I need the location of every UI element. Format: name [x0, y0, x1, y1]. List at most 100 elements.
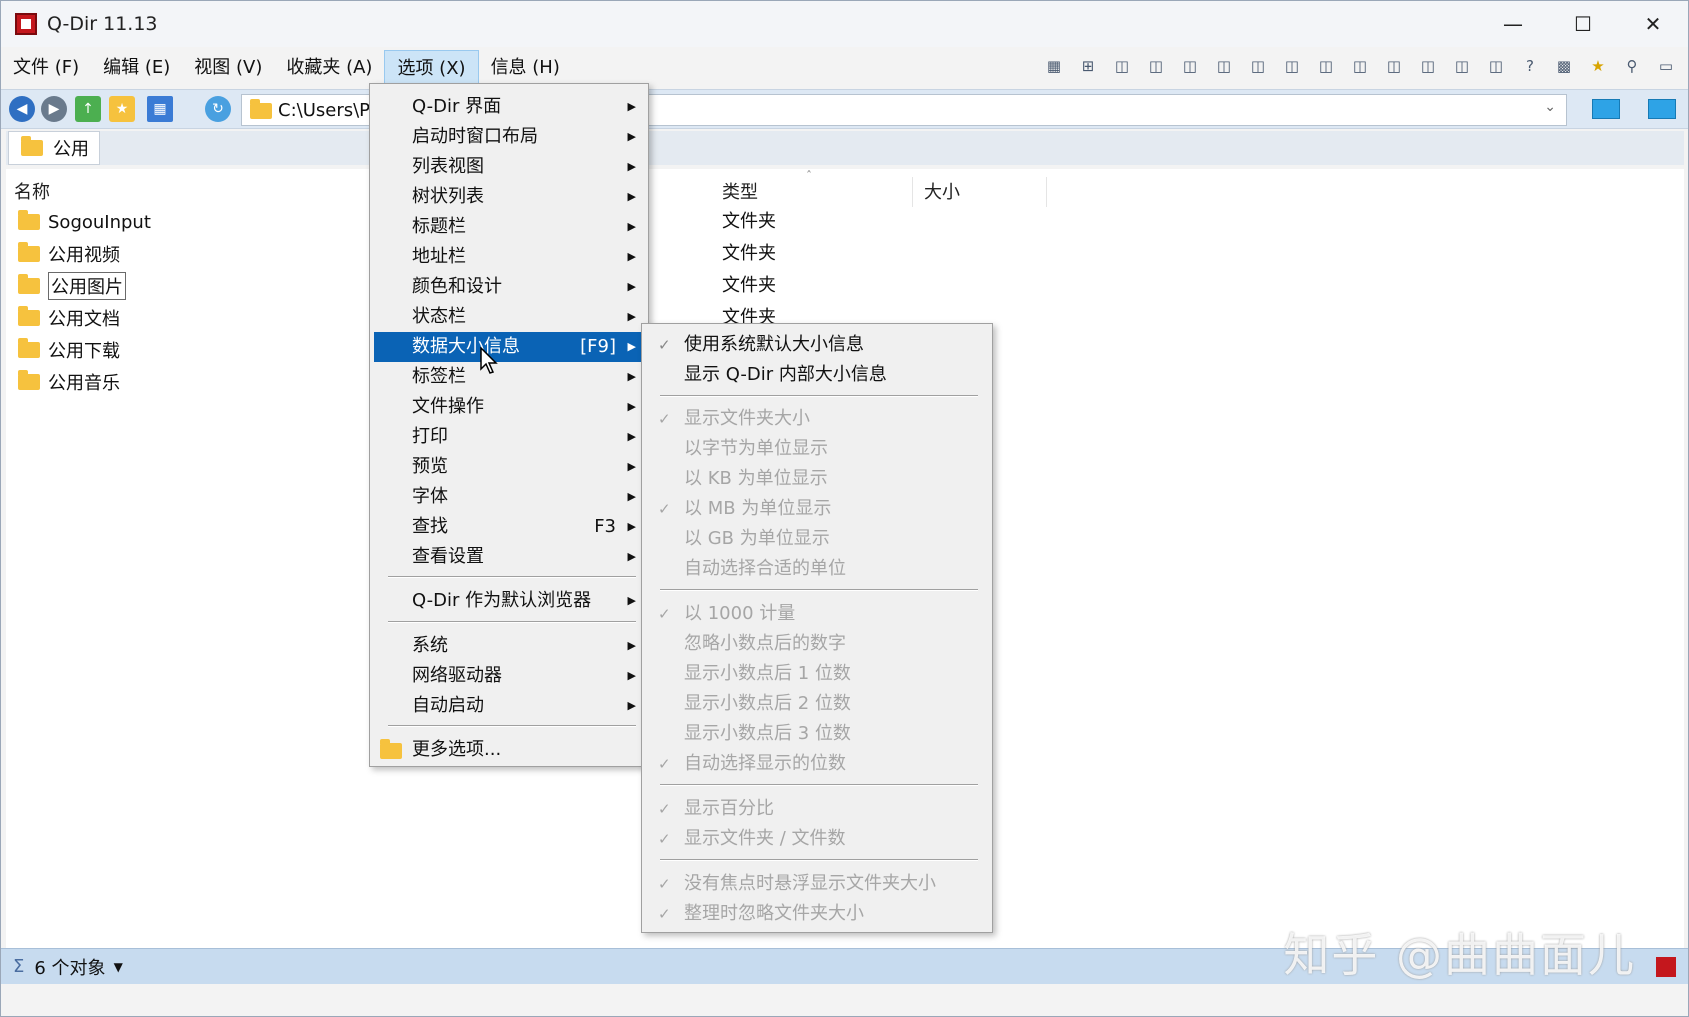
list-item[interactable]: SogouInput	[18, 207, 151, 237]
refresh-icon[interactable]: ↻	[205, 96, 231, 122]
layout-5-icon[interactable]: ◫	[1244, 53, 1272, 79]
minimize-button[interactable]: —	[1478, 1, 1548, 47]
menu-item-file-ops[interactable]: 文件操作 ▶	[374, 392, 644, 422]
object-count: 6 个对象	[34, 957, 106, 979]
submenu-item-ignore-on-sort[interactable]: ✓ 整理时忽略文件夹大小	[646, 899, 988, 929]
menu-favorites[interactable]: 收藏夹 (A)	[274, 50, 384, 86]
submenu-item-ignore-decimals[interactable]: 忽略小数点后的数字	[646, 629, 988, 659]
menu-item-autostart[interactable]: 自动启动 ▶	[374, 691, 644, 721]
submenu-item-qdir-internal[interactable]: 显示 Q-Dir 内部大小信息	[646, 360, 988, 390]
menu-item-system[interactable]: 系统 ▶	[374, 631, 644, 661]
menu-item-status-bar[interactable]: 状态栏 ▶	[374, 302, 644, 332]
view-mode-icon[interactable]: ▦	[147, 96, 173, 122]
menu-item-preview[interactable]: 预览 ▶	[374, 452, 644, 482]
layout-2-icon[interactable]: ◫	[1142, 53, 1170, 79]
submenu-item-1-decimal[interactable]: 显示小数点后 1 位数	[646, 659, 988, 689]
panel-color-icon[interactable]	[1592, 99, 1620, 119]
close-button[interactable]: ✕	[1618, 1, 1688, 47]
app-small-icon[interactable]	[1656, 957, 1676, 977]
up-icon[interactable]: ↑	[75, 96, 101, 122]
menu-item-list-view[interactable]: 列表视图 ▶	[374, 152, 644, 182]
panel-color-2-icon[interactable]	[1648, 99, 1676, 119]
submenu-item-hover-folder-size[interactable]: ✓ 没有焦点时悬浮显示文件夹大小	[646, 869, 988, 899]
submenu-item-auto-unit[interactable]: 自动选择合适的单位	[646, 554, 988, 584]
maximize-button[interactable]: ☐	[1548, 1, 1618, 47]
submenu-item-percent[interactable]: ✓ 显示百分比	[646, 794, 988, 824]
window-title: Q-Dir 11.13	[47, 13, 158, 35]
menu-item-qdir-ui[interactable]: Q-Dir 界面 ▶	[374, 92, 644, 122]
menu-item-tab-bar[interactable]: 标签栏 ▶	[374, 362, 644, 392]
chevron-down-icon[interactable]: ⌄	[1544, 99, 1556, 115]
column-separator[interactable]	[912, 177, 913, 207]
list-item[interactable]: 公用音乐	[18, 367, 120, 397]
layout-11-icon[interactable]: ◫	[1448, 53, 1476, 79]
submenu-item-1000[interactable]: ✓ 以 1000 计量	[646, 599, 988, 629]
submenu-item-folder-size[interactable]: ✓ 显示文件夹大小	[646, 404, 988, 434]
layout-4-icon[interactable]: ◫	[1210, 53, 1238, 79]
forward-icon[interactable]: ▶	[41, 96, 67, 122]
submenu-item-gb[interactable]: 以 GB 为单位显示	[646, 524, 988, 554]
list-item[interactable]: 公用文档	[18, 303, 120, 333]
layout-10-icon[interactable]: ◫	[1414, 53, 1442, 79]
list-item[interactable]: 公用视频	[18, 239, 120, 269]
menu-item-tree-list[interactable]: 树状列表 ▶	[374, 182, 644, 212]
menu-edit[interactable]: 编辑 (E)	[91, 50, 182, 86]
help-icon[interactable]: ?	[1516, 53, 1544, 79]
folder-tools-icon[interactable]: ▩	[1550, 53, 1578, 79]
star-icon[interactable]: ★	[1584, 53, 1612, 79]
menu-file[interactable]: 文件 (F)	[1, 50, 91, 86]
layout-8-icon[interactable]: ◫	[1346, 53, 1374, 79]
menu-item-font[interactable]: 字体 ▶	[374, 482, 644, 512]
menu-item-data-size[interactable]: 数据大小信息 [F9] ▶	[374, 332, 644, 362]
submenu-item-2-decimals[interactable]: 显示小数点后 2 位数	[646, 689, 988, 719]
menu-item-view-settings[interactable]: 查看设置 ▶	[374, 542, 644, 572]
layout-toolbar: ▦ ⊞ ◫ ◫ ◫ ◫ ◫ ◫ ◫ ◫ ◫ ◫ ◫ ◫ ? ▩ ★ ⚲ ▭	[1040, 53, 1680, 79]
menu-view[interactable]: 视图 (V)	[182, 50, 274, 86]
submenu-arrow-icon: ▶	[627, 699, 636, 712]
menu-item-startup-layout[interactable]: 启动时窗口布局 ▶	[374, 122, 644, 152]
submenu-arrow-icon: ▶	[627, 280, 636, 293]
open-folder-icon[interactable]: ★	[109, 96, 135, 122]
submenu-item-folder-file-count[interactable]: ✓ 显示文件夹 / 文件数	[646, 824, 988, 854]
options-menu: Q-Dir 界面 ▶ 启动时窗口布局 ▶ 列表视图 ▶ 树状列表 ▶ 标题栏 ▶ 地址栏 ▶…	[369, 83, 649, 767]
layout-7-icon[interactable]: ◫	[1312, 53, 1340, 79]
layout-12-icon[interactable]: ◫	[1482, 53, 1510, 79]
submenu-item-kb[interactable]: 以 KB 为单位显示	[646, 464, 988, 494]
column-size-header[interactable]: 大小	[924, 177, 960, 209]
submenu-arrow-icon: ▶	[627, 669, 636, 682]
minimize-pane-icon[interactable]: ▭	[1652, 53, 1680, 79]
chevron-down-icon[interactable]: ▼	[114, 960, 123, 974]
zoom-icon[interactable]: ⚲	[1618, 53, 1646, 79]
layout-1-icon[interactable]: ◫	[1108, 53, 1136, 79]
menu-item-colors[interactable]: 颜色和设计 ▶	[374, 272, 644, 302]
menu-item-more-options[interactable]: 更多选项...	[374, 735, 644, 765]
list-item[interactable]: 公用图片	[18, 271, 126, 301]
submenu-item-auto-decimals[interactable]: ✓ 自动选择显示的位数	[646, 749, 988, 779]
submenu-arrow-icon: ▶	[627, 130, 636, 143]
menu-separator	[660, 859, 978, 861]
menu-item-print[interactable]: 打印 ▶	[374, 422, 644, 452]
layout-9-icon[interactable]: ◫	[1380, 53, 1408, 79]
layout-3-icon[interactable]: ◫	[1176, 53, 1204, 79]
menu-item-find[interactable]: 查找 F3 ▶	[374, 512, 644, 542]
menu-item-network-drives[interactable]: 网络驱动器 ▶	[374, 661, 644, 691]
submenu-item-system-default[interactable]: ✓ 使用系统默认大小信息	[646, 330, 988, 360]
back-icon[interactable]: ◀	[9, 96, 35, 122]
submenu-item-3-decimals[interactable]: 显示小数点后 3 位数	[646, 719, 988, 749]
column-type-header[interactable]: 类型	[722, 177, 758, 209]
menu-item-title-bar[interactable]: 标题栏 ▶	[374, 212, 644, 242]
menu-separator	[660, 395, 978, 397]
column-name-header[interactable]: 名称	[14, 177, 50, 209]
menu-item-address-bar[interactable]: 地址栏 ▶	[374, 242, 644, 272]
menu-options[interactable]: 选项 (X)	[384, 50, 479, 86]
submenu-item-mb[interactable]: ✓ 以 MB 为单位显示	[646, 494, 988, 524]
list-item[interactable]: 公用下载	[18, 335, 120, 365]
grid-layout-icon[interactable]: ⊞	[1074, 53, 1102, 79]
layout-6-icon[interactable]: ◫	[1278, 53, 1306, 79]
menu-info[interactable]: 信息 (H)	[479, 50, 572, 86]
tab-public[interactable]: 公用	[8, 131, 100, 165]
network-icon[interactable]: ▦	[1040, 53, 1068, 79]
column-separator[interactable]	[1046, 177, 1047, 207]
menu-item-default-browser[interactable]: Q-Dir 作为默认浏览器 ▶	[374, 586, 644, 616]
submenu-item-bytes[interactable]: 以字节为单位显示	[646, 434, 988, 464]
